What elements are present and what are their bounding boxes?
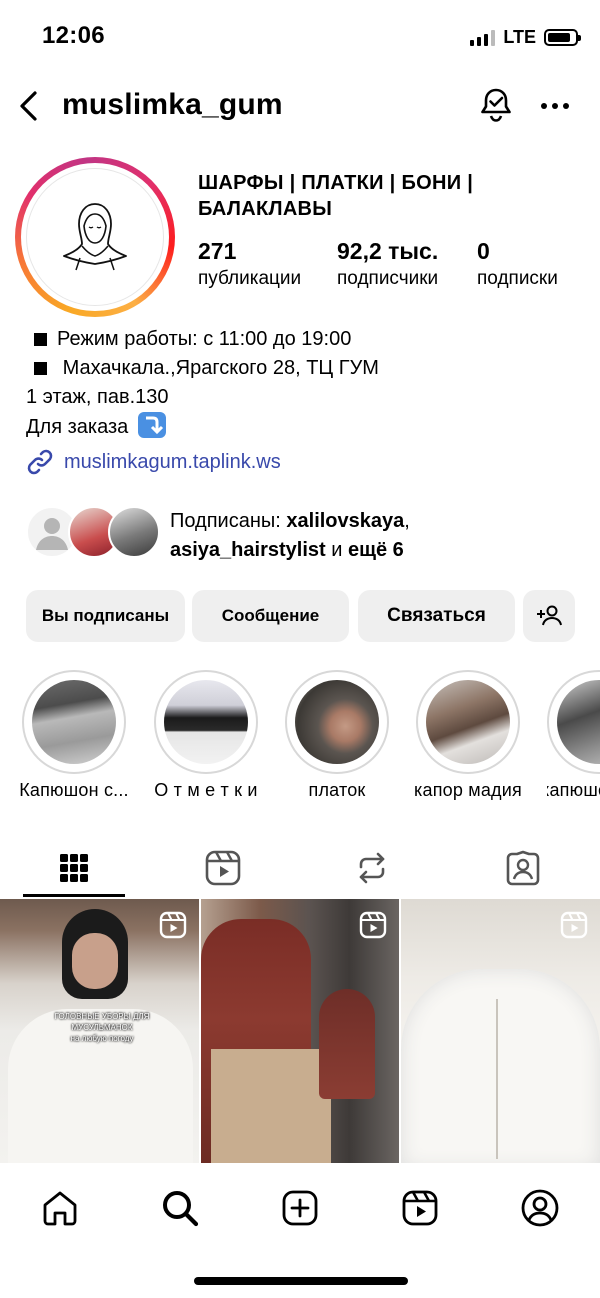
nav-profile[interactable] — [515, 1183, 565, 1233]
highlight-cover — [557, 680, 600, 764]
more-options-button[interactable] — [538, 92, 572, 120]
tagged-person-icon — [506, 850, 540, 886]
highlight-item[interactable]: платок — [285, 670, 389, 801]
nav-reels[interactable] — [395, 1183, 445, 1233]
mutual-followers-avatars[interactable] — [26, 506, 160, 560]
hijab-logo-icon — [63, 203, 127, 271]
arrow-down-emoji-icon — [137, 412, 166, 438]
status-time: 12:06 — [42, 22, 105, 49]
grid-post[interactable]: ГОЛОВНЫЕ УБОРЫ ДЛЯ МУСУЛЬМАНОК на любую … — [0, 899, 199, 1163]
tab-reposts[interactable] — [322, 840, 422, 896]
home-icon — [43, 1191, 77, 1226]
post-caption: ГОЛОВНЫЕ УБОРЫ ДЛЯ МУСУЛЬМАНОК на любую … — [54, 1012, 150, 1043]
bio-line: Махачкала.,Ярагского 28, ТЦ ГУМ — [26, 354, 379, 383]
profile-icon — [521, 1189, 559, 1227]
active-tab-indicator — [23, 894, 125, 897]
avatar — [108, 506, 160, 558]
nav-search[interactable] — [155, 1183, 205, 1233]
contact-button[interactable]: Связаться — [358, 590, 515, 642]
grid-icon — [60, 854, 88, 882]
nav-create[interactable] — [275, 1183, 325, 1233]
profile-avatar[interactable] — [15, 157, 175, 317]
highlight-label: О т м е т к и — [154, 780, 258, 800]
ellipsis-icon — [541, 103, 569, 109]
black-square-icon — [34, 362, 47, 376]
highlight-label: платок — [308, 780, 366, 800]
mutual-more-link[interactable]: ещё 6 — [348, 539, 404, 561]
highlight-item[interactable]: О т м е т к и — [154, 670, 258, 801]
battery-icon — [544, 29, 581, 46]
message-button[interactable]: Сообщение — [192, 590, 349, 642]
reels-icon — [205, 850, 241, 886]
add-person-icon — [537, 605, 562, 626]
highlight-label: капюшо — [547, 780, 600, 800]
profile-link[interactable]: muslimkagum.taplink.ws — [26, 448, 281, 476]
network-label: LTE — [503, 27, 536, 47]
nav-home[interactable] — [35, 1183, 85, 1233]
highlight-cover — [32, 680, 116, 764]
followers-stat[interactable]: 92,2 тыс. подписчики — [337, 238, 438, 290]
followers-label: подписчики — [337, 268, 439, 289]
plus-square-icon — [282, 1190, 318, 1226]
tab-reels[interactable] — [173, 840, 273, 896]
suggest-users-button[interactable] — [523, 590, 575, 642]
highlight-item[interactable]: капюшо — [547, 670, 600, 801]
followers-count: 92,2 тыс. — [337, 238, 439, 264]
highlight-label: Капюшон с... — [19, 780, 129, 800]
highlight-cover — [426, 680, 510, 764]
repost-icon — [359, 852, 385, 884]
mutual-user-link[interactable]: xalilovskaya — [286, 510, 404, 532]
home-indicator — [194, 1277, 408, 1285]
bio-line: Для заказа — [26, 412, 379, 442]
highlight-cover — [164, 680, 248, 764]
grid-post[interactable] — [401, 899, 600, 1163]
highlight-cover — [295, 680, 379, 764]
posts-stat[interactable]: 271 публикации — [198, 238, 301, 290]
highlight-item[interactable]: Капюшон с... — [19, 670, 129, 801]
highlight-item[interactable]: капор мадия — [414, 670, 522, 801]
profile-username: muslimka_gum — [62, 88, 283, 121]
profile-bio: Режим работы: с 11:00 до 19:00 Махачкала… — [26, 325, 379, 442]
search-icon — [163, 1191, 199, 1227]
reels-icon — [359, 911, 387, 939]
reels-icon — [402, 1190, 438, 1226]
bio-line: Режим работы: с 11:00 до 19:00 — [26, 325, 379, 354]
tab-tagged[interactable] — [473, 840, 573, 896]
posts-count: 271 — [198, 238, 237, 264]
following-count: 0 — [477, 238, 490, 264]
status-indicators: LTE — [470, 27, 581, 48]
profile-category-title: ШАРФЫ | ПЛАТКИ | БОНИ | БАЛАКЛАВЫ — [198, 172, 474, 220]
following-label: подписки — [477, 268, 558, 289]
highlight-label: капор мадия — [414, 780, 522, 800]
link-text: muslimkagum.taplink.ws — [64, 450, 281, 473]
black-square-icon — [34, 333, 47, 347]
reels-icon — [560, 911, 588, 939]
mutual-user-link[interactable]: asiya_hairstylist — [170, 539, 326, 561]
chevron-left-icon — [20, 91, 37, 121]
back-button[interactable] — [10, 86, 46, 126]
notifications-button[interactable] — [477, 86, 515, 124]
posts-label: публикации — [198, 268, 302, 289]
grid-post[interactable] — [201, 899, 399, 1163]
reels-icon — [159, 911, 187, 939]
following-stat[interactable]: 0 подписки — [477, 238, 558, 290]
bio-line: 1 этаж, пав.130 — [26, 386, 169, 408]
followed-by-text[interactable]: Подписаны: xalilovskaya, asiya_hairstyli… — [170, 507, 410, 565]
tab-posts-grid[interactable] — [24, 840, 124, 896]
signal-icon — [470, 29, 496, 46]
link-icon — [27, 449, 53, 475]
following-button[interactable]: Вы подписаны — [26, 590, 185, 642]
bell-check-icon — [481, 88, 511, 122]
